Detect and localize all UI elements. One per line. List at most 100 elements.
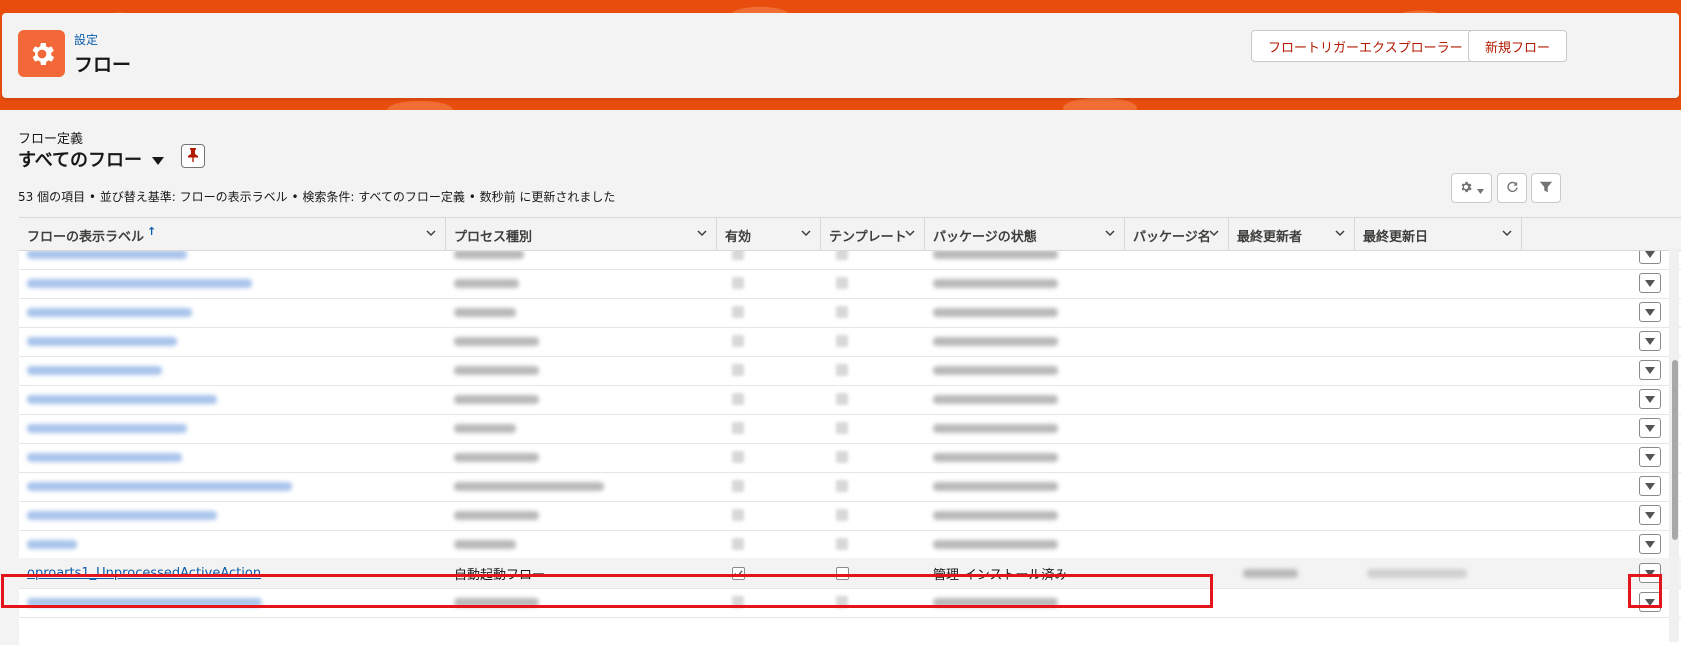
list-status: 53 個の項目 • 並び替え基準: フローの表示ラベル • 検索条件: すべての… <box>18 190 616 204</box>
row-action-button[interactable] <box>1639 418 1661 438</box>
chevron-down-icon <box>1645 421 1655 436</box>
table-header: フローの表示ラベル ↑ プロセス種別 有効 テンプレート パッケージの状態 パッ… <box>19 217 1681 252</box>
chevron-down-icon <box>1645 508 1655 523</box>
row-active-cell <box>724 500 744 530</box>
row-action-button[interactable] <box>1639 273 1661 293</box>
row-action-button[interactable] <box>1639 534 1661 554</box>
chevron-down-icon[interactable] <box>800 227 812 243</box>
row-action-button[interactable] <box>1639 331 1661 351</box>
refresh-icon <box>1505 179 1520 198</box>
pin-icon <box>188 147 198 166</box>
row-process-type-cell <box>446 355 717 385</box>
gear-icon <box>18 30 65 77</box>
row-package-state-cell <box>925 251 1058 269</box>
row-action-button[interactable] <box>1639 476 1661 496</box>
table-row[interactable] <box>19 529 1681 560</box>
row-label-cell[interactable] <box>19 326 446 356</box>
column-header-last-modified-date[interactable]: 最終更新日 <box>1355 218 1522 252</box>
caret-down-icon[interactable] <box>152 149 165 170</box>
column-header-last-modified-by[interactable]: 最終更新者 <box>1229 218 1355 252</box>
row-template-cell <box>828 268 848 298</box>
row-package-state-cell <box>925 471 1058 501</box>
gear-icon <box>1459 179 1473 198</box>
row-process-type-cell <box>446 268 717 298</box>
row-action-button[interactable] <box>1639 389 1661 409</box>
breadcrumb[interactable]: 設定 <box>74 31 98 48</box>
page-title: フロー <box>74 54 132 76</box>
row-action-button[interactable] <box>1639 251 1661 264</box>
table-row[interactable] <box>19 413 1681 444</box>
row-label-cell[interactable] <box>19 355 446 385</box>
row-template-cell <box>828 442 848 472</box>
chevron-down-icon <box>1645 334 1655 349</box>
chevron-down-icon[interactable] <box>904 227 916 243</box>
row-process-type-cell <box>446 413 717 443</box>
table-row[interactable] <box>19 442 1681 473</box>
row-label-cell[interactable] <box>19 384 446 414</box>
list-settings-button[interactable] <box>1451 173 1492 203</box>
table-row[interactable] <box>19 355 1681 386</box>
chevron-down-icon[interactable] <box>1334 227 1346 243</box>
row-label-cell[interactable] <box>19 268 446 298</box>
chevron-down-icon <box>1645 363 1655 378</box>
new-flow-button[interactable]: 新規フロー <box>1468 30 1568 62</box>
column-header-package-state[interactable]: パッケージの状態 <box>925 218 1125 252</box>
chevron-down-icon[interactable] <box>1501 227 1513 243</box>
row-label-cell[interactable] <box>19 529 446 559</box>
table-row[interactable] <box>19 384 1681 415</box>
chevron-down-icon[interactable] <box>1104 227 1116 243</box>
row-package-state-cell <box>925 413 1058 443</box>
filter-icon <box>1539 179 1553 198</box>
row-package-state-cell <box>925 442 1058 472</box>
table-row[interactable] <box>19 268 1681 299</box>
row-modified-by-cell <box>1235 558 1298 588</box>
row-modified-date-cell <box>1359 558 1467 588</box>
column-header-active[interactable]: 有効 <box>717 218 821 252</box>
row-action-button[interactable] <box>1639 360 1661 380</box>
column-header-process-type[interactable]: プロセス種別 <box>446 218 717 252</box>
row-active-cell <box>724 268 744 298</box>
chevron-down-icon <box>1477 179 1484 198</box>
row-action-button[interactable] <box>1639 447 1661 467</box>
row-package-state-cell <box>925 500 1058 530</box>
chevron-down-icon <box>1645 251 1655 262</box>
table-row[interactable] <box>19 297 1681 328</box>
row-process-type-cell <box>446 529 717 559</box>
row-active-cell <box>724 413 744 443</box>
row-action-button[interactable] <box>1639 505 1661 525</box>
column-header-label[interactable]: フローの表示ラベル ↑ <box>19 218 446 252</box>
pin-list-view-button[interactable] <box>181 144 205 168</box>
chevron-down-icon[interactable] <box>425 227 437 243</box>
row-active-cell <box>724 529 744 559</box>
row-label-cell[interactable] <box>19 413 446 443</box>
row-label-cell[interactable] <box>19 471 446 501</box>
flow-trigger-explorer-button[interactable]: フロートリガーエクスプローラー <box>1251 30 1480 62</box>
chevron-down-icon <box>1645 537 1655 552</box>
row-label-cell[interactable] <box>19 297 446 327</box>
row-action-button[interactable] <box>1639 302 1661 322</box>
view-name: すべてのフロー <box>18 150 143 171</box>
chevron-down-icon[interactable] <box>696 227 708 243</box>
table-row[interactable] <box>19 500 1681 531</box>
table-row[interactable] <box>19 471 1681 502</box>
row-template-cell <box>828 384 848 414</box>
row-active-cell <box>724 251 744 269</box>
row-template-cell <box>828 355 848 385</box>
chevron-down-icon[interactable] <box>1208 227 1220 243</box>
filter-button[interactable] <box>1531 173 1561 203</box>
list-view-selector[interactable]: すべてのフロー <box>18 146 165 172</box>
column-header-template[interactable]: テンプレート <box>821 218 925 252</box>
object-label: フロー定義 <box>18 132 84 147</box>
refresh-button[interactable] <box>1497 173 1527 203</box>
row-label-cell[interactable] <box>19 500 446 530</box>
row-label-cell[interactable] <box>19 251 446 269</box>
chevron-down-icon <box>1645 450 1655 465</box>
table-row[interactable] <box>19 326 1681 357</box>
scrollbar-thumb[interactable] <box>1672 360 1678 540</box>
row-label-cell[interactable] <box>19 442 446 472</box>
row-active-cell <box>724 297 744 327</box>
row-package-state-cell <box>925 268 1058 298</box>
row-template-cell <box>828 500 848 530</box>
column-header-package-name[interactable]: パッケージ名 <box>1125 218 1229 252</box>
row-package-state-cell <box>925 384 1058 414</box>
